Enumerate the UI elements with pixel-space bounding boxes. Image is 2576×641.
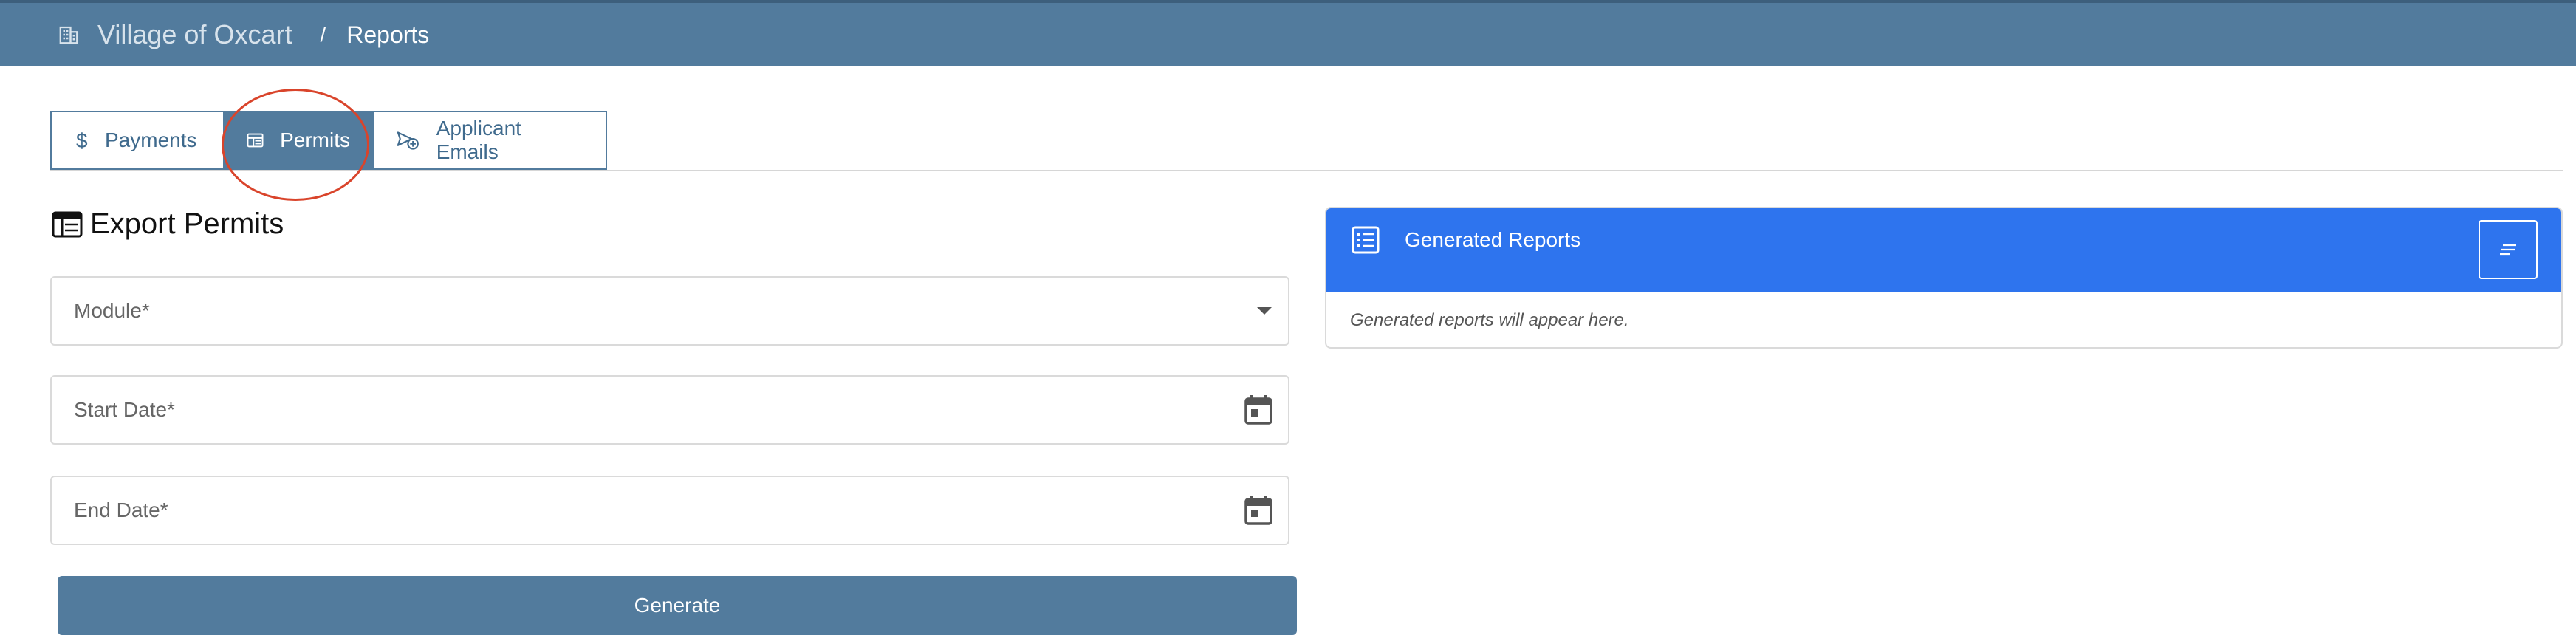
report-tabs: $ Payments Permits Applicant Emails [50,111,607,170]
generated-reports-title: Generated Reports [1405,228,1581,251]
svg-text:$: $ [76,129,88,151]
calendar-icon[interactable] [1244,495,1273,526]
breadcrumb-separator: / [320,23,326,46]
tab-payments-label: Payments [105,128,197,151]
start-date-label: Start Date* [74,398,175,421]
tab-applicant-emails-label: Applicant Emails [436,117,521,163]
permit-table-icon [247,133,264,148]
report-tabs-bar: $ Payments Permits Applicant Emails [50,111,2563,171]
tab-permits[interactable]: Permits [223,112,372,168]
dollar-icon: $ [76,129,88,151]
sort-lines-icon [2500,244,2516,256]
page-title-text: Export Permits [90,207,284,240]
top-bar: Village of Oxcart / Reports [0,0,2576,66]
sort-button[interactable] [2479,220,2538,279]
generated-reports-panel: Generated Reports Generated reports will… [1325,207,2563,349]
breadcrumb-org[interactable]: Village of Oxcart [97,19,292,50]
tab-payments[interactable]: $ Payments [52,112,223,168]
calendar-icon[interactable] [1244,394,1273,425]
send-email-icon [397,131,419,150]
tab-permits-label: Permits [280,128,350,151]
start-date-field[interactable]: Start Date* [50,375,1289,445]
page-title: Export Permits [52,205,284,242]
module-label: Module* [74,299,150,322]
breadcrumb-current: Reports [346,21,430,48]
end-date-field[interactable]: End Date* [50,476,1289,545]
module-select[interactable]: Module* [50,276,1289,346]
end-date-label: End Date* [74,498,168,521]
generate-button[interactable]: Generate [58,576,1297,635]
generated-reports-empty: Generated reports will appear here. [1350,310,1629,330]
dropdown-caret-icon[interactable] [1256,306,1273,316]
generated-reports-header: Generated Reports [1326,208,2561,292]
tab-applicant-emails[interactable]: Applicant Emails [372,112,606,168]
list-icon [1352,226,1380,254]
building-icon [59,26,78,44]
calendar-table-icon [52,211,83,238]
